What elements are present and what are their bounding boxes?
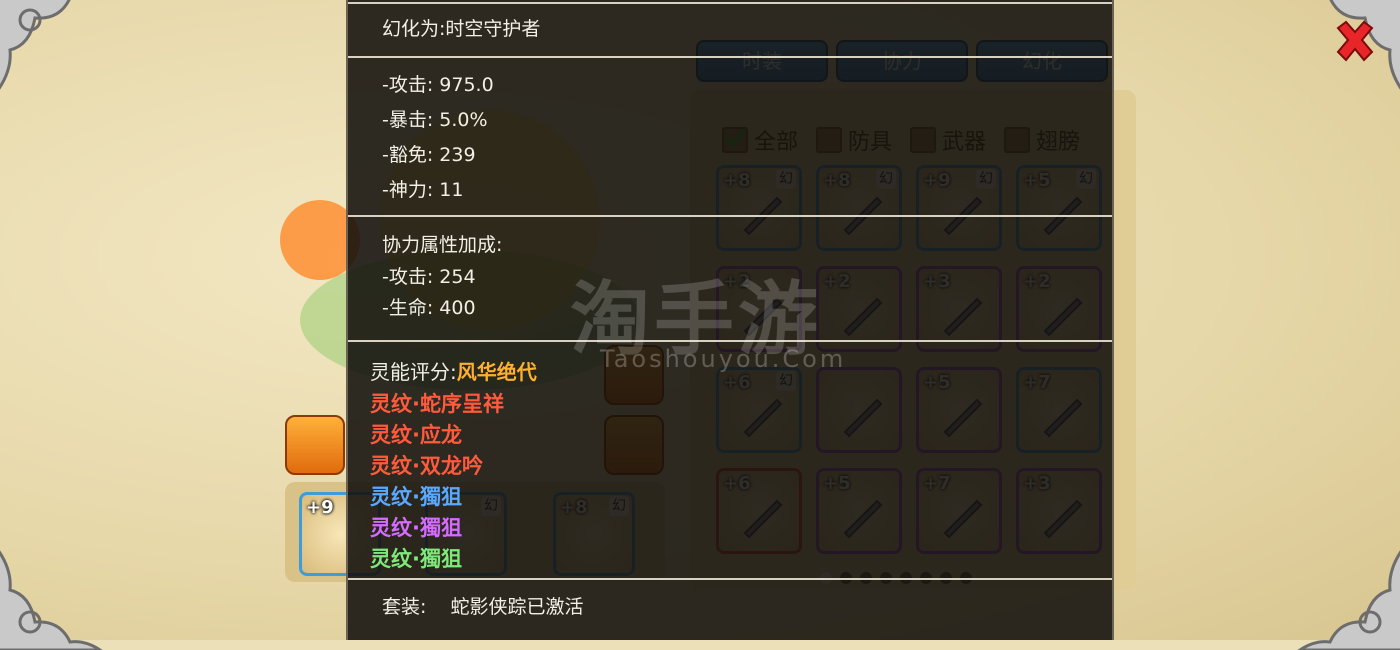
rune-line: 灵纹·獨狙	[370, 485, 462, 509]
score-label: 灵能评分:	[370, 360, 457, 384]
rune-line: 灵纹·双龙吟	[370, 454, 483, 478]
close-icon[interactable]	[1332, 18, 1378, 64]
stat-crit: -暴击: 5.0%	[382, 109, 488, 131]
cloud-corner-icon	[0, 550, 103, 650]
score-value: 风华绝代	[456, 360, 537, 384]
cloud-corner-icon	[0, 0, 71, 90]
set-label: 套装:	[382, 596, 427, 618]
set-value: 蛇影侠踪已激活	[450, 596, 584, 618]
bonus-title: 协力属性加成:	[382, 234, 503, 256]
spirit-score: 灵能评分:风华绝代	[370, 356, 537, 385]
stat-immunity: -豁免: 239	[382, 144, 476, 166]
divider	[348, 2, 1112, 4]
cloud-corner-icon	[1297, 550, 1400, 650]
rune-line: 灵纹·蛇序呈祥	[370, 392, 504, 416]
tooltip-title: 幻化为:时空守护者	[382, 18, 541, 40]
watermark-sub: Taoshouyou.Com	[600, 345, 847, 373]
rune-line: 灵纹·獨狙	[370, 516, 462, 540]
divider	[348, 578, 1112, 580]
stat-attack: -攻击: 975.0	[382, 74, 494, 96]
divider	[348, 56, 1112, 58]
costume-button[interactable]	[285, 415, 345, 475]
bonus-hp: -生命: 400	[382, 297, 476, 319]
rune-line: 灵纹·应龙	[370, 423, 462, 447]
item-level: +9	[306, 497, 334, 518]
set-bonus: 套装: 蛇影侠踪已激活	[382, 592, 583, 619]
stat-divine: -神力: 11	[382, 179, 464, 201]
divider	[348, 215, 1112, 217]
bonus-attack: -攻击: 254	[382, 266, 476, 288]
rune-line: 灵纹·獨狙	[370, 547, 462, 571]
